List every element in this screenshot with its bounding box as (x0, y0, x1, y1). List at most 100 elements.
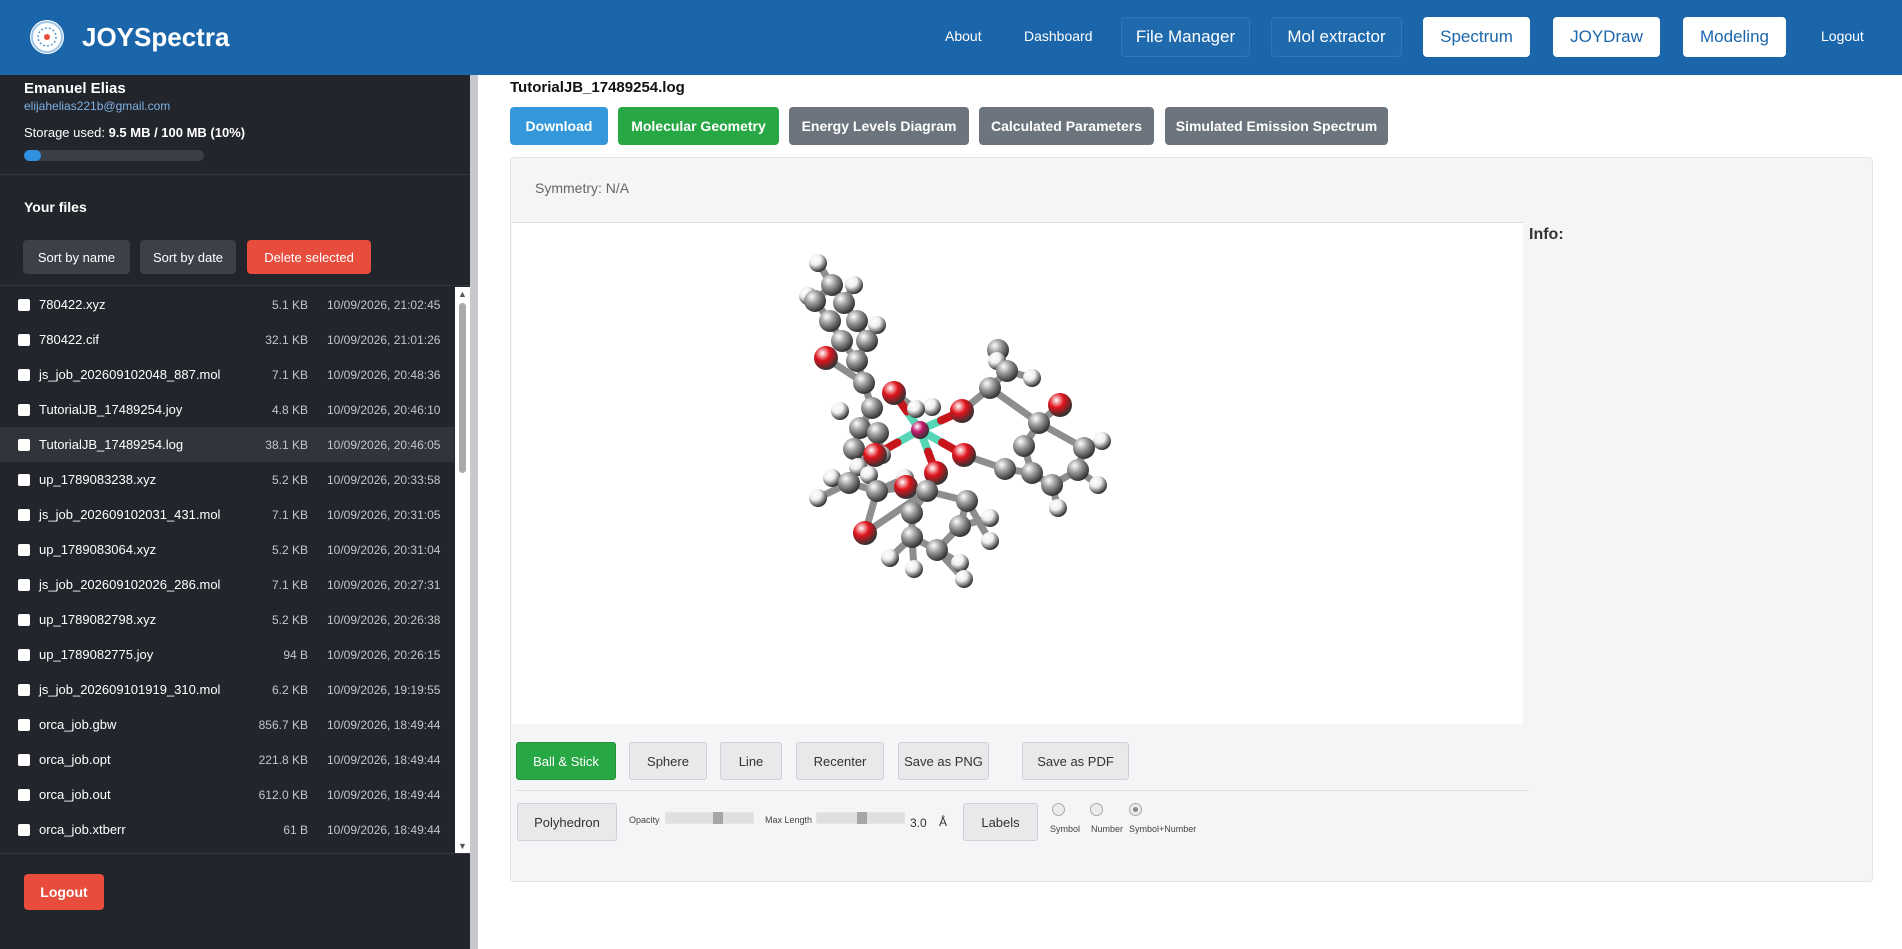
nav-spectrum[interactable]: Spectrum (1423, 17, 1530, 57)
file-checkbox[interactable] (18, 753, 30, 766)
nav-dashboard[interactable]: Dashboard (1024, 28, 1093, 44)
hydrogen-atom[interactable] (1023, 369, 1041, 387)
nav-mol-extractor[interactable]: Mol extractor (1271, 17, 1402, 57)
brand[interactable]: JOYSpectra (30, 20, 229, 54)
hydrogen-atom[interactable] (951, 554, 969, 572)
file-name[interactable]: up_1789082775.joy (39, 647, 153, 662)
hydrogen-atom[interactable] (1049, 499, 1067, 517)
delete-selected-button[interactable]: Delete selected (247, 240, 371, 274)
hydrogen-atom[interactable] (881, 549, 899, 567)
file-name[interactable]: orca_job.gbw (39, 717, 116, 732)
hydrogen-atom[interactable] (809, 489, 827, 507)
file-name[interactable]: TutorialJB_17489254.joy (39, 402, 182, 417)
carbon-atom[interactable] (843, 438, 865, 460)
oxygen-atom[interactable] (863, 443, 887, 467)
file-row[interactable]: orca_job.opt 221.8 KB 10/09/2026, 18:49:44 (0, 742, 454, 777)
file-name[interactable]: up_1789083238.xyz (39, 472, 156, 487)
tab-emission-spectrum[interactable]: Simulated Emission Spectrum (1165, 107, 1388, 145)
carbon-atom[interactable] (866, 480, 888, 502)
file-row[interactable]: TutorialJB_17489254.log 38.1 KB 10/09/2026… (0, 427, 454, 462)
hydrogen-atom[interactable] (923, 398, 941, 416)
scroll-down-icon[interactable]: ▼ (458, 841, 467, 851)
hydrogen-atom[interactable] (955, 570, 973, 588)
file-name[interactable]: orca_job.xtberr (39, 822, 126, 837)
carbon-atom[interactable] (1041, 474, 1063, 496)
file-checkbox[interactable] (18, 333, 30, 346)
file-checkbox[interactable] (18, 788, 30, 801)
file-row[interactable]: 780422.cif 32.1 KB 10/09/2026, 21:01:26 (0, 322, 454, 357)
label-symbol-radio[interactable] (1052, 803, 1065, 816)
file-checkbox[interactable] (18, 648, 30, 661)
file-list-scrollbar[interactable]: ▲ ▼ (455, 287, 470, 853)
file-row[interactable]: up_1789082775.joy 94 B 10/09/2026, 20:26:1… (0, 637, 454, 672)
metal-atom[interactable] (911, 421, 929, 439)
carbon-atom[interactable] (846, 310, 868, 332)
carbon-atom[interactable] (856, 330, 878, 352)
file-row[interactable]: orca_job.gbw 856.7 KB 10/09/2026, 18:49:44 (0, 707, 454, 742)
molecule-viewer[interactable] (512, 222, 1523, 724)
file-name[interactable]: up_1789082798.xyz (39, 612, 156, 627)
sort-by-date-button[interactable]: Sort by date (140, 240, 236, 274)
tab-energy-levels[interactable]: Energy Levels Diagram (789, 107, 969, 145)
file-name[interactable]: orca_job.out (39, 787, 111, 802)
molecule-canvas[interactable] (512, 223, 1523, 725)
file-name[interactable]: js_job_202609102048_887.mol (39, 367, 220, 382)
oxygen-atom[interactable] (1048, 393, 1072, 417)
file-row[interactable]: up_1789083064.xyz 5.2 KB 10/09/2026, 20:31… (0, 532, 454, 567)
file-checkbox[interactable] (18, 368, 30, 381)
tab-molecular-geometry[interactable]: Molecular Geometry (618, 107, 779, 145)
max-length-slider[interactable] (816, 812, 905, 824)
file-checkbox[interactable] (18, 613, 30, 626)
label-symbol-number-radio[interactable] (1129, 803, 1142, 816)
hydrogen-atom[interactable] (905, 560, 923, 578)
oxygen-atom[interactable] (814, 346, 838, 370)
file-checkbox[interactable] (18, 578, 30, 591)
line-button[interactable]: Line (720, 742, 782, 780)
carbon-atom[interactable] (949, 515, 971, 537)
save-pdf-button[interactable]: Save as PDF (1022, 742, 1129, 780)
sphere-button[interactable]: Sphere (629, 742, 707, 780)
file-row[interactable]: js_job_202609102026_286.mol 7.1 KB 10/09/2… (0, 567, 454, 602)
carbon-atom[interactable] (821, 274, 843, 296)
carbon-atom[interactable] (831, 330, 853, 352)
file-checkbox[interactable] (18, 298, 30, 311)
scroll-thumb[interactable] (459, 303, 466, 473)
hydrogen-atom[interactable] (1093, 432, 1111, 450)
carbon-atom[interactable] (1013, 435, 1035, 457)
file-name[interactable]: TutorialJB_17489254.log (39, 437, 183, 452)
file-row[interactable]: up_1789083238.xyz 5.2 KB 10/09/2026, 20:33… (0, 462, 454, 497)
sidebar-resize-handle[interactable] (470, 75, 478, 949)
file-name[interactable]: 780422.cif (39, 332, 99, 347)
file-checkbox[interactable] (18, 823, 30, 836)
hydrogen-atom[interactable] (845, 276, 863, 294)
file-row[interactable]: js_job_202609102048_887.mol 7.1 KB 10/09/2… (0, 357, 454, 392)
carbon-atom[interactable] (846, 350, 868, 372)
carbon-atom[interactable] (1073, 437, 1095, 459)
carbon-atom[interactable] (956, 490, 978, 512)
carbon-atom[interactable] (819, 310, 841, 332)
carbon-atom[interactable] (838, 472, 860, 494)
carbon-atom[interactable] (994, 458, 1016, 480)
carbon-atom[interactable] (901, 526, 923, 548)
file-name[interactable]: up_1789083064.xyz (39, 542, 156, 557)
hydrogen-atom[interactable] (1089, 476, 1107, 494)
carbon-atom[interactable] (1028, 412, 1050, 434)
sort-by-name-button[interactable]: Sort by name (23, 240, 130, 274)
file-checkbox[interactable] (18, 718, 30, 731)
nav-modeling[interactable]: Modeling (1683, 17, 1786, 57)
nav-about[interactable]: About (945, 28, 982, 44)
carbon-atom[interactable] (867, 422, 889, 444)
oxygen-atom[interactable] (950, 399, 974, 423)
carbon-atom[interactable] (833, 292, 855, 314)
polyhedron-button[interactable]: Polyhedron (517, 803, 617, 841)
carbon-atom[interactable] (1067, 459, 1089, 481)
carbon-atom[interactable] (979, 377, 1001, 399)
download-button[interactable]: Download (510, 107, 608, 145)
hydrogen-atom[interactable] (831, 402, 849, 420)
file-row[interactable]: js_job_202609101919_310.mol 6.2 KB 10/09/2… (0, 672, 454, 707)
file-checkbox[interactable] (18, 508, 30, 521)
nav-file-manager[interactable]: File Manager (1121, 17, 1250, 57)
oxygen-atom[interactable] (882, 381, 906, 405)
file-checkbox[interactable] (18, 683, 30, 696)
max-length-slider-thumb[interactable] (856, 812, 867, 824)
